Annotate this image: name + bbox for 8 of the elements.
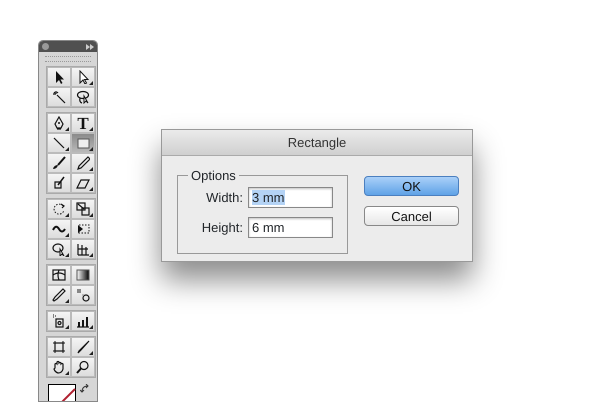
dialog-title: Rectangle — [162, 130, 472, 156]
field-label: Height: — [202, 218, 243, 237]
field-label: Width: — [206, 188, 243, 207]
ok-button[interactable]: OK — [364, 176, 459, 196]
tool-button[interactable]: T — [71, 113, 95, 133]
input-field[interactable]: 6 mm — [248, 217, 333, 238]
input-field[interactable]: 3 mm — [248, 187, 333, 208]
cancel-button[interactable]: Cancel — [364, 206, 459, 226]
